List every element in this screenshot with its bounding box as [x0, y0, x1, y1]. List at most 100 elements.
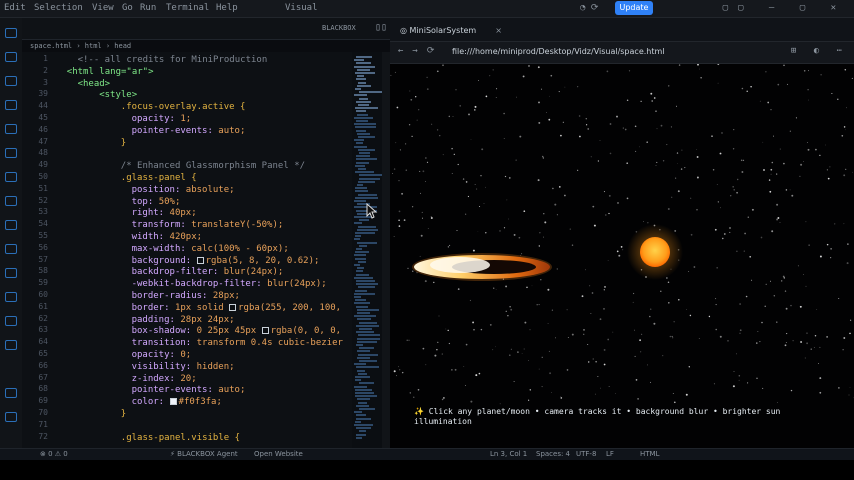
browser-toolbar-icons[interactable]: ⊞ ◐ ⋯: [791, 46, 848, 56]
star: [719, 335, 722, 338]
problems-indicator[interactable]: ⊗ 0 ⚠ 0: [40, 450, 68, 458]
menu-go[interactable]: Go: [122, 3, 133, 13]
cursor-position[interactable]: Ln 3, Col 1: [490, 450, 527, 458]
star: [443, 397, 445, 399]
code-line[interactable]: <style>: [99, 89, 137, 101]
menu-selection[interactable]: Selection: [34, 3, 83, 13]
run-debug-icon[interactable]: [5, 100, 17, 110]
star: [519, 135, 522, 138]
code-line[interactable]: /* Enhanced Glassmorphism Panel */: [121, 160, 305, 172]
code-line[interactable]: transition: transform 0.4s cubic-bezier: [132, 337, 343, 349]
star: [628, 70, 631, 72]
account-icon[interactable]: [5, 388, 17, 398]
minimap-line: [359, 97, 368, 100]
language-mode[interactable]: HTML: [640, 450, 659, 458]
code-line[interactable]: background: rgba(5, 8, 20, 0.62);: [132, 255, 320, 267]
code-line[interactable]: <!-- all credits for MiniProduction: [78, 54, 268, 66]
encoding[interactable]: UTF-8: [576, 450, 596, 458]
editor-scrollbar[interactable]: [382, 52, 390, 448]
source-control-icon[interactable]: [5, 76, 17, 86]
menu-edit[interactable]: Edit: [4, 3, 26, 13]
color-swatch[interactable]: [169, 398, 177, 406]
code-line[interactable]: opacity: 1;: [132, 113, 192, 125]
code-line[interactable]: <head>: [78, 78, 111, 90]
code-line[interactable]: backdrop-filter: blur(24px);: [132, 266, 284, 278]
color-swatch[interactable]: [261, 327, 269, 335]
search-icon[interactable]: [5, 52, 17, 62]
code-line[interactable]: }: [121, 408, 126, 420]
code-line[interactable]: box-shadow: 0 25px 45px rgba(0, 0, 0,: [132, 325, 342, 337]
live-share-icon[interactable]: [5, 292, 17, 302]
code-line[interactable]: border-radius: 28px;: [132, 290, 240, 302]
ringed-planet[interactable]: [412, 253, 552, 281]
testing-icon[interactable]: [5, 220, 17, 230]
code-line[interactable]: opacity: 0;: [132, 349, 192, 361]
star: [558, 91, 560, 93]
blackbox-icon[interactable]: [5, 172, 17, 182]
window-controls[interactable]: ▢▢ – ▢ ✕: [723, 3, 846, 13]
color-swatch[interactable]: [196, 256, 204, 264]
code-line[interactable]: }: [121, 137, 126, 149]
code-line[interactable]: padding: 28px 24px;: [132, 314, 235, 326]
code-line[interactable]: .glass-panel.visible {: [121, 432, 240, 444]
menu-terminal[interactable]: Terminal: [166, 3, 209, 13]
solar-system-viewport[interactable]: ✨ Click any planet/moon • camera tracks …: [390, 64, 854, 448]
code-line[interactable]: pointer-events: auto;: [132, 125, 246, 137]
bell-icon[interactable]: ◔ ⟳: [580, 3, 598, 13]
code-line[interactable]: z-index: 20;: [132, 373, 197, 385]
code-line[interactable]: pointer-events: auto;: [132, 384, 246, 396]
menu-view[interactable]: View: [92, 3, 114, 13]
open-website-button[interactable]: Open Website: [254, 450, 303, 458]
indentation[interactable]: Spaces: 4: [536, 450, 570, 458]
star: [690, 197, 692, 199]
chat-icon[interactable]: [5, 196, 17, 206]
code-line[interactable]: transform: translateY(-50%);: [132, 219, 284, 231]
code-editor[interactable]: 1 2 3 39 44 45 46 47 48 49 50 51 52 53 54 55 56 57 58 59 60 6…: [22, 52, 352, 448]
minimap-line: [355, 289, 367, 292]
star: [776, 218, 779, 221]
tab-blackbox[interactable]: BLACKBOX: [322, 24, 356, 32]
code-line[interactable]: top: 50%;: [132, 196, 181, 208]
code-line[interactable]: color: #f0f3fa;: [132, 396, 222, 408]
menu-run[interactable]: Run: [140, 3, 156, 13]
eol[interactable]: LF: [606, 450, 614, 458]
minimap[interactable]: [352, 52, 382, 448]
star: [398, 180, 400, 182]
star: [675, 105, 678, 107]
code-line[interactable]: .glass-panel {: [121, 172, 197, 184]
star: [626, 197, 629, 200]
code-line[interactable]: <html lang="ar">: [67, 66, 154, 78]
database-icon[interactable]: [5, 340, 17, 350]
code-line[interactable]: border: 1px solid rgba(255, 200, 100,: [132, 302, 342, 314]
split-editor-icon[interactable]: ▯▯: [375, 22, 387, 33]
update-button[interactable]: Update: [615, 1, 653, 15]
minimap-line: [357, 68, 370, 71]
menu-help[interactable]: Help: [216, 3, 238, 13]
blackbox-agent-button[interactable]: ⚡ BLACKBOX Agent: [170, 450, 238, 458]
sun[interactable]: [627, 224, 683, 280]
color-swatch[interactable]: [229, 303, 237, 311]
code-line[interactable]: .focus-overlay.active {: [121, 101, 246, 113]
code-line[interactable]: width: 420px;: [132, 231, 202, 243]
space-canvas[interactable]: [390, 64, 854, 448]
extensions-icon[interactable]: [5, 124, 17, 134]
tab-minisolarsystem[interactable]: ◎ MiniSolarSystem ×: [396, 22, 506, 39]
star: [492, 69, 494, 71]
star: [538, 368, 540, 370]
code-line[interactable]: max-width: calc(100% - 60px);: [132, 243, 289, 255]
code-line[interactable]: position: absolute;: [132, 184, 235, 196]
timeline-icon[interactable]: [5, 268, 17, 278]
close-icon[interactable]: ×: [495, 22, 502, 39]
code-line[interactable]: right: 40px;: [132, 207, 197, 219]
gear-icon[interactable]: [5, 412, 17, 422]
code-line[interactable]: -webkit-backdrop-filter: blur(24px);: [132, 278, 327, 290]
copilot-icon[interactable]: [5, 316, 17, 326]
remote-icon[interactable]: [5, 148, 17, 158]
code-line[interactable]: visibility: hidden;: [132, 361, 235, 373]
docker-icon[interactable]: [5, 244, 17, 254]
breadcrumb[interactable]: space.html › html › head: [22, 40, 367, 52]
url-input[interactable]: file:///home/miniprod/Desktop/Vidz/Visua…: [452, 47, 665, 56]
explorer-icon[interactable]: [5, 28, 17, 38]
nav-buttons[interactable]: ←→⟳: [398, 46, 443, 56]
star: [799, 305, 802, 308]
